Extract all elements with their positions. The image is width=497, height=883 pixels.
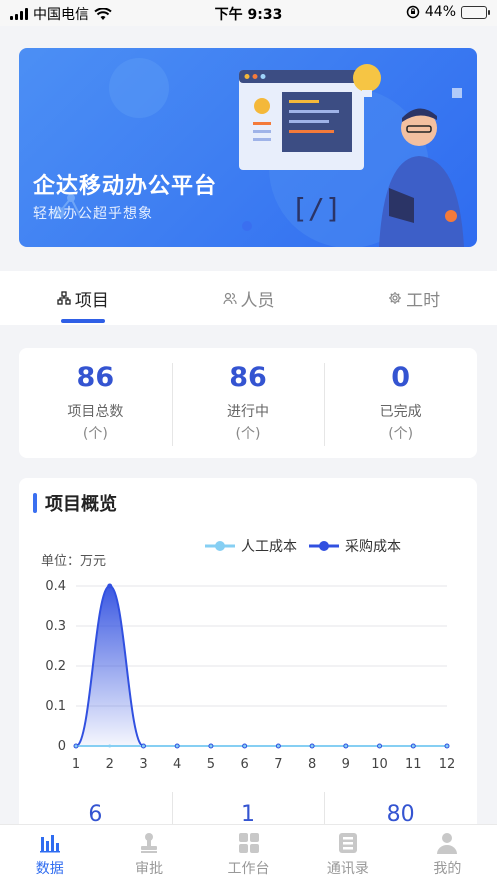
x-tick-label: 6	[240, 757, 248, 772]
summary-value[interactable]: 1	[171, 792, 325, 832]
nav-label: 工作台	[227, 861, 270, 877]
stat-unit: (个)	[235, 426, 261, 442]
y-tick-label: 0.4	[45, 579, 66, 594]
tab-label: 人员	[240, 290, 275, 311]
tab-label: 工时	[406, 290, 441, 311]
grid-icon	[238, 833, 259, 853]
data-point	[175, 744, 179, 748]
stat-in-progress[interactable]: 86 进行中 (个)	[171, 348, 325, 458]
stat-completed[interactable]: 0 已完成 (个)	[324, 348, 477, 458]
summary-value[interactable]: 80	[324, 792, 477, 832]
summary-row: 6 1 80	[19, 792, 477, 832]
y-tick-label: 0.1	[45, 699, 66, 714]
data-point	[74, 744, 78, 748]
y-tick-label: 0.2	[45, 659, 66, 674]
data-point	[276, 744, 280, 748]
stamp-icon	[141, 833, 158, 853]
project-overview-card: 项目概览 单位：万元 0 0.1 0.2 0.3 0.4 1 2 3 4 5 6 7 8 9 10 11 12 人工…	[19, 478, 477, 883]
x-tick-label: 10	[371, 757, 388, 772]
legend-label: 人工成本	[241, 539, 297, 555]
nav-label: 通讯录	[326, 861, 369, 877]
data-point	[107, 583, 113, 589]
summary-value[interactable]: 6	[19, 792, 172, 827]
stat-value: 86	[76, 362, 115, 393]
banner-title: 企达移动办公平台	[33, 174, 218, 199]
contacts-icon	[338, 833, 357, 853]
category-tabs: 项目 人员 工时	[0, 271, 497, 325]
stat-unit: (个)	[82, 426, 108, 442]
project-icon	[57, 291, 71, 305]
nav-label: 我的	[433, 861, 462, 877]
banner-subtitle: 轻松办公超乎想象	[33, 206, 153, 222]
stat-label: 项目总数	[67, 404, 124, 420]
rotation-lock-icon	[406, 5, 420, 19]
stat-unit: (个)	[388, 426, 414, 442]
stat-value: 86	[229, 362, 267, 393]
stat-total[interactable]: 86 项目总数 (个)	[19, 348, 172, 458]
battery-icon	[461, 5, 490, 19]
legend-marker	[319, 541, 329, 551]
data-point	[445, 744, 449, 748]
legend-label: 采购成本	[345, 539, 401, 555]
stat-value: 0	[391, 362, 411, 393]
nav-approval[interactable]: 审批	[99, 825, 198, 883]
chart-bar-icon	[39, 835, 60, 853]
project-stats-card: 86 项目总数 (个) 86 进行中 (个) 0 已完成 (个)	[19, 348, 477, 458]
nav-data[interactable]: 数据	[0, 825, 99, 883]
data-point	[344, 744, 348, 748]
svg-text:[/]: [/]	[291, 192, 342, 225]
x-tick-label: 2	[106, 757, 114, 772]
gear-icon	[389, 292, 402, 304]
legend-marker	[215, 541, 225, 551]
tab-project[interactable]: 项目	[0, 271, 166, 325]
y-tick-label: 0	[58, 739, 66, 754]
tab-label: 项目	[74, 290, 109, 311]
battery-percent: 44%	[424, 4, 456, 20]
nav-contacts[interactable]: 通讯录	[298, 825, 397, 883]
unit-label: 单位：万元	[41, 554, 106, 569]
status-bar: 中国电信 下午 9:33 44%	[0, 0, 497, 26]
stat-label: 进行中	[227, 404, 269, 420]
data-point	[141, 744, 145, 748]
data-point	[108, 744, 112, 748]
x-tick-label: 11	[405, 757, 422, 772]
data-point	[411, 744, 415, 748]
user-icon	[437, 833, 458, 854]
data-point	[310, 744, 314, 748]
nav-label: 数据	[35, 861, 64, 877]
nav-workbench[interactable]: 工作台	[199, 825, 298, 883]
data-point	[209, 744, 213, 748]
x-tick-label: 3	[139, 757, 147, 772]
data-point	[243, 744, 247, 748]
tab-people[interactable]: 人员	[166, 271, 332, 325]
x-tick-label: 1	[72, 757, 80, 772]
nav-label: 审批	[135, 861, 164, 877]
promo-banner[interactable]: [/] 企达移动办公平台 轻松办公超乎想象	[19, 48, 477, 247]
y-tick-label: 0.3	[45, 619, 66, 634]
x-tick-label: 12	[439, 757, 456, 772]
cost-chart: 单位：万元00.10.20.30.41 2 3 4 5 6 7 8 9 10 11 12人工成本 采购成…	[41, 539, 456, 772]
tab-worktime[interactable]: 工时	[331, 271, 497, 325]
people-icon	[222, 292, 237, 305]
data-point	[378, 744, 382, 748]
x-tick-label: 9	[342, 757, 350, 772]
stat-label: 已完成	[379, 404, 422, 420]
x-tick-label: 4	[173, 757, 181, 772]
x-tick-label: 8	[308, 757, 316, 772]
x-tick-label: 7	[274, 757, 282, 772]
x-tick-label: 5	[207, 757, 215, 772]
nav-mine[interactable]: 我的	[398, 825, 497, 883]
bottom-navigation: 数据 审批 工作台 通讯录 我的	[0, 824, 497, 883]
